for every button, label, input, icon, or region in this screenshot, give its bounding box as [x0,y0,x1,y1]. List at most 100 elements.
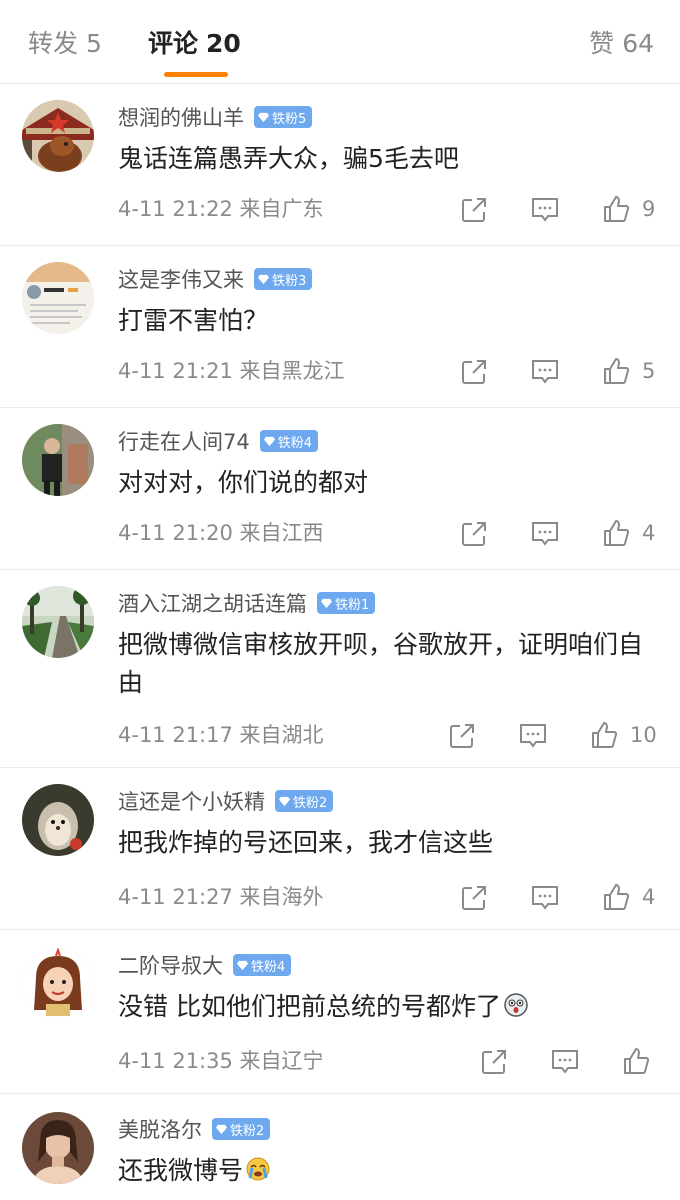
share-button[interactable] [460,196,488,224]
comment-text: 对对对，你们说的都对 [118,468,369,497]
like-count: 9 [642,197,656,221]
fan-badge-label: 铁粉1 [335,597,370,613]
username[interactable]: 行走在人间74 [118,426,250,456]
comment-text-content: 还我微博号 [118,1156,244,1185]
like-count: 4 [642,521,656,545]
diamond-icon [279,796,290,806]
like-button[interactable]: 5 [602,356,655,386]
reply-button[interactable] [518,722,548,750]
tab-comment-count: 20 [206,29,241,58]
thumbs-up-icon [604,520,630,546]
share-button[interactable] [480,1048,508,1076]
tab-repost[interactable]: 转发 5 [28,26,102,62]
fan-badge: 铁粉2 [275,790,334,812]
comment-item: 这是李伟又来 铁粉3 打雷不害怕？ 4-11 21:21 来自黑龙江 5 [0,246,680,408]
thumbs-up-icon [604,196,630,222]
reply-button[interactable] [530,520,560,548]
tab-repost-label: 转发 [28,29,79,58]
comment-meta: 4-11 21:27 来自海外 [118,882,324,912]
reply-button[interactable] [530,884,560,912]
tab-like[interactable]: 赞 64 [589,26,654,62]
avatar-dog-image [22,100,94,172]
comment-icon [532,522,558,546]
comment-icon [532,198,558,222]
avatar-woman-photo-image [22,1112,94,1184]
comment-location: 来自湖北 [239,723,324,747]
comment-location: 来自黑龙江 [239,359,345,383]
tab-comment[interactable]: 评论 20 [148,26,241,62]
username[interactable]: 这是李伟又来 [118,264,244,294]
share-icon [462,360,486,384]
comment-item: 行走在人间74 铁粉4 对对对，你们说的都对 4-11 21:20 来自江西 4 [0,408,680,570]
scared-face-emoji-icon [504,993,528,1017]
comment-meta: 4-11 21:17 来自湖北 [118,720,324,750]
thumbs-up-icon [604,358,630,384]
share-icon [462,886,486,910]
comment-meta: 4-11 21:21 来自黑龙江 [118,356,345,386]
like-button[interactable]: 4 [602,882,655,912]
fan-badge-label: 铁粉5 [272,111,307,127]
comment-time: 4-11 21:20 [118,521,233,545]
share-button[interactable] [460,884,488,912]
share-button[interactable] [460,358,488,386]
comment-text: 打雷不害怕？ [118,306,269,335]
avatar[interactable] [22,1112,94,1184]
diamond-icon [258,112,269,122]
fan-badge: 铁粉5 [254,106,313,128]
like-count: 10 [630,723,657,747]
avatar[interactable] [22,948,94,1020]
thumbs-up-icon [592,722,618,748]
share-button[interactable] [448,722,476,750]
like-button[interactable] [622,1046,652,1076]
crying-face-emoji-icon [246,1157,270,1181]
avatar[interactable] [22,262,94,334]
comment-time: 4-11 21:21 [118,359,233,383]
like-button[interactable]: 4 [602,518,655,548]
username[interactable]: 美脱洛尔 [118,1114,202,1144]
comment-location: 来自辽宁 [239,1049,324,1073]
username-row: 二阶导叔大 铁粉4 [118,950,292,980]
avatar[interactable] [22,784,94,856]
username[interactable]: 想润的佛山羊 [118,102,244,132]
comment-time: 4-11 21:17 [118,723,233,747]
comment-location: 来自江西 [239,521,324,545]
comment-item: 美脱洛尔 铁粉2 还我微博号 [0,1096,680,1200]
avatar-man-photo-image [22,424,94,496]
avatar-cartoon-girl-image [22,948,94,1020]
comment-text: 鬼话连篇愚弄大众，骗5毛去吧 [118,144,459,173]
username-row: 行走在人间74 铁粉4 [118,426,319,456]
reply-button[interactable] [550,1048,580,1076]
comment-item: 酒入江湖之胡话连篇 铁粉1 把微博微信审核放开呗，谷歌放开，证明咱们自由 4-1… [0,570,680,768]
fan-badge-label: 铁粉4 [277,435,313,451]
like-button[interactable]: 9 [602,194,655,224]
username[interactable]: 這还是个小妖精 [118,786,265,816]
comment-icon [552,1050,578,1074]
share-icon [462,198,486,222]
share-icon [482,1050,506,1074]
comment-text: 把我炸掉的号还回来，我才信这些 [118,828,494,857]
tab-like-count: 64 [622,29,654,58]
comment-item: 這还是个小妖精 铁粉2 把我炸掉的号还回来，我才信这些 4-11 21:27 来… [0,768,680,930]
fan-badge: 铁粉1 [317,592,376,614]
comment-item: 二阶导叔大 铁粉4 没错 比如他们把前总统的号都炸了 4-11 21:35 来自… [0,932,680,1094]
diamond-icon [321,598,332,608]
active-tab-indicator [164,72,228,77]
avatar[interactable] [22,424,94,496]
fan-badge-label: 铁粉3 [272,273,307,289]
username[interactable]: 二阶导叔大 [118,950,223,980]
comment-meta: 4-11 21:35 来自辽宁 [118,1046,324,1076]
avatar[interactable] [22,100,94,172]
fan-badge: 铁粉3 [254,268,313,290]
thumbs-up-icon [604,884,630,910]
tab-repost-count: 5 [86,29,102,58]
username[interactable]: 酒入江湖之胡话连篇 [118,588,307,618]
comment-text: 没错 比如他们把前总统的号都炸了 [118,988,662,1026]
reply-button[interactable] [530,196,560,224]
like-button[interactable]: 10 [590,720,657,750]
avatar-profile-screenshot-image [22,262,94,334]
comment-location: 来自海外 [239,885,324,909]
avatar[interactable] [22,586,94,658]
reply-button[interactable] [530,358,560,386]
share-button[interactable] [460,520,488,548]
fan-badge: 铁粉2 [212,1118,271,1140]
